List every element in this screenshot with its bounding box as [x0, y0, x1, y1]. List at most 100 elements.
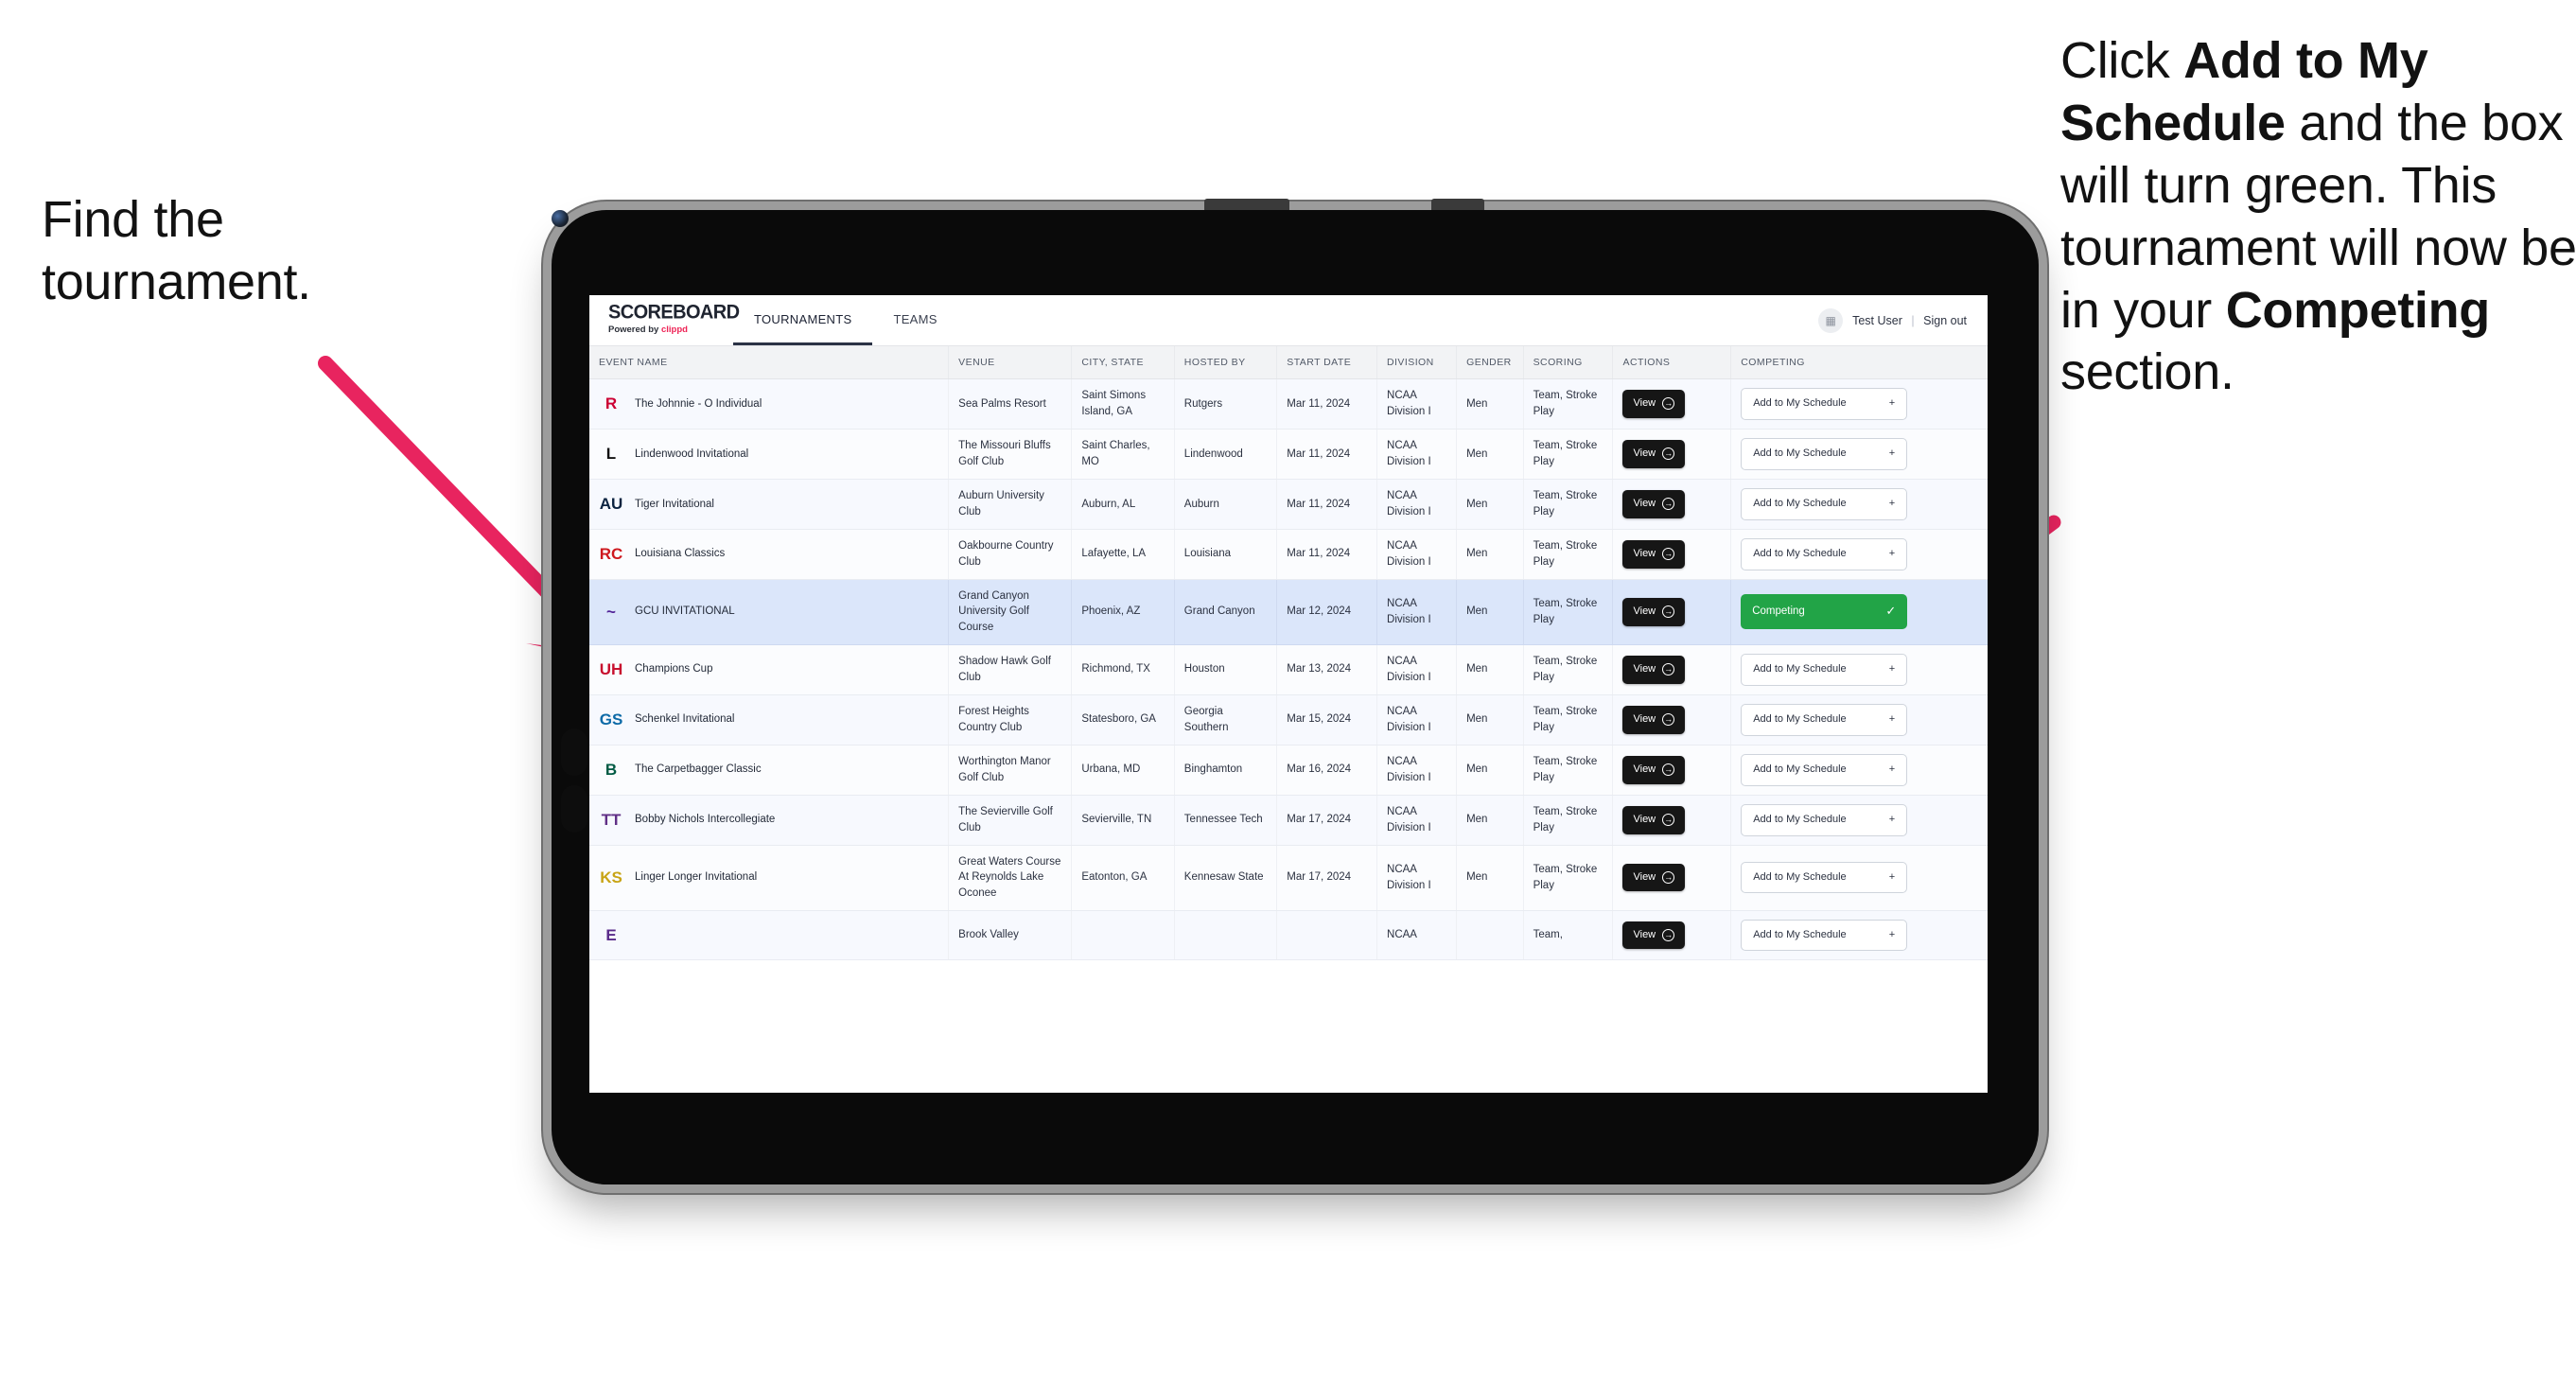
table-row[interactable]: L Lindenwood Invitational The Missouri Blu… [589, 429, 1988, 480]
cell-event-name: TT Bobby Nichols Intercollegiate [589, 795, 950, 846]
annotation-left-line2: tournament. [42, 253, 311, 310]
cell-competing: Add to My Schedule + [1730, 644, 1988, 695]
view-button[interactable]: View → [1622, 755, 1686, 784]
table-row[interactable]: E Brook Valley NCAA Team, View → Add to My Sch… [589, 910, 1988, 961]
add-to-my-schedule-button[interactable]: Add to My Schedule + [1741, 388, 1908, 420]
brand-powered-prefix: Powered by [608, 325, 661, 335]
cell-competing: Add to My Schedule + [1730, 429, 1988, 480]
col-competing[interactable]: COMPETING [1730, 346, 1988, 379]
view-button[interactable]: View → [1622, 390, 1686, 418]
col-division[interactable]: DIVISION [1376, 346, 1458, 379]
plus-icon: + [1888, 662, 1896, 675]
volume-up-button[interactable] [561, 728, 587, 776]
tournaments-table-container[interactable]: EVENT NAME VENUE CITY, STATE HOSTED BY S… [589, 346, 1988, 1093]
view-button[interactable]: View → [1622, 439, 1686, 468]
cell-hosted-by: Kennesaw State [1174, 845, 1278, 911]
add-to-my-schedule-button[interactable]: Add to My Schedule + [1741, 861, 1908, 894]
event-name-label: Champions Cup [635, 663, 713, 675]
event-name-label: GCU INVITATIONAL [635, 605, 735, 618]
view-button[interactable]: View → [1622, 539, 1686, 569]
screenshot-root: Find the tournament. Click Add to My Sch… [0, 0, 2576, 1386]
table-row[interactable]: GS Schenkel Invitational Forest Heights Co… [589, 694, 1988, 746]
cell-division: NCAA [1376, 910, 1458, 961]
cell-actions: View → [1612, 529, 1732, 580]
col-scoring[interactable]: SCORING [1523, 346, 1614, 379]
table-row[interactable]: B The Carpetbagger Classic Worthington Man… [589, 745, 1988, 796]
view-button[interactable]: View → [1622, 805, 1686, 834]
add-to-my-schedule-button[interactable]: Add to My Schedule + [1741, 437, 1908, 470]
cell-event-name: AU Tiger Invitational [589, 479, 950, 530]
view-button[interactable]: View → [1622, 655, 1686, 684]
team-logo-icon: AU [599, 495, 623, 514]
volume-down-button[interactable] [561, 785, 587, 833]
power-button[interactable] [1204, 199, 1289, 210]
arrow-right-circle-icon: → [1662, 548, 1675, 561]
view-button[interactable]: View → [1622, 705, 1686, 734]
cell-event-name: L Lindenwood Invitational [589, 429, 950, 480]
team-logo-icon: UH [599, 660, 623, 679]
team-logo-icon: TT [601, 811, 622, 830]
cell-competing: Add to My Schedule + [1730, 529, 1988, 580]
view-button-label: View [1633, 605, 1656, 617]
table-row[interactable]: TT Bobby Nichols Intercollegiate The Sevie… [589, 795, 1988, 846]
table-row[interactable]: ~ GCU INVITATIONAL Grand Canyon University… [589, 579, 1988, 645]
view-button[interactable]: View → [1622, 921, 1686, 950]
view-button-label: View [1633, 712, 1656, 725]
col-actions[interactable]: ACTIONS [1612, 346, 1732, 379]
cell-scoring: Team, Stroke Play [1523, 694, 1614, 746]
tab-teams[interactable]: TEAMS [872, 295, 957, 345]
add-to-my-schedule-button[interactable]: Add to My Schedule + [1741, 703, 1908, 736]
front-camera-icon [552, 210, 569, 227]
table-row[interactable]: AU Tiger Invitational Auburn University Cl… [589, 479, 1988, 530]
view-button[interactable]: View → [1622, 863, 1686, 892]
cell-scoring: Team, Stroke Play [1523, 579, 1614, 645]
table-row[interactable]: RC Louisiana Classics Oakbourne Country Cl… [589, 529, 1988, 580]
annotation-left: Find the tournament. [42, 189, 486, 314]
add-to-my-schedule-button[interactable]: Add to My Schedule + [1741, 653, 1908, 686]
view-button[interactable]: View → [1622, 489, 1686, 518]
add-to-my-schedule-button[interactable]: Add to My Schedule + [1741, 753, 1908, 786]
tablet-screen: SCOREBOARD Powered by clippd TOURNAMENTS… [589, 295, 1988, 1093]
event-name-label: Bobby Nichols Intercollegiate [635, 814, 776, 826]
table-row[interactable]: KS Linger Longer Invitational Great Waters… [589, 845, 1988, 911]
sign-out-link[interactable]: Sign out [1923, 314, 1967, 327]
cell-hosted-by: Grand Canyon [1174, 579, 1278, 645]
cell-competing: Add to My Schedule + [1730, 910, 1988, 961]
tablet-device-frame: SCOREBOARD Powered by clippd TOURNAMENTS… [552, 199, 2039, 1184]
cell-venue: The Sevierville Golf Club [948, 795, 1073, 846]
col-city-state[interactable]: CITY, STATE [1071, 346, 1175, 379]
cell-city-state: Richmond, TX [1071, 644, 1175, 695]
col-hosted-by[interactable]: HOSTED BY [1174, 346, 1278, 379]
cell-city-state: Urbana, MD [1071, 745, 1175, 796]
secondary-top-button[interactable] [1431, 199, 1484, 210]
arrow-right-circle-icon: → [1662, 397, 1675, 411]
add-to-my-schedule-button[interactable]: Add to My Schedule + [1741, 803, 1908, 836]
col-start-date[interactable]: START DATE [1276, 346, 1378, 379]
cell-competing: Add to My Schedule + [1730, 694, 1988, 746]
table-row[interactable]: R The Johnnie - O Individual Sea Palms Res… [589, 378, 1988, 430]
grid-icon[interactable]: ▦ [1818, 307, 1844, 333]
annotation-left-line1: Find the [42, 191, 224, 248]
plus-icon: + [1888, 928, 1896, 940]
add-to-my-schedule-button[interactable]: Add to My Schedule + [1741, 919, 1908, 952]
tab-tournaments[interactable]: TOURNAMENTS [733, 295, 873, 345]
view-button[interactable]: View → [1622, 597, 1686, 626]
main-nav: TOURNAMENTS TEAMS [733, 295, 958, 345]
plus-icon: + [1888, 547, 1896, 559]
brand-name: SCOREBOARD [608, 301, 740, 324]
competing-button[interactable]: Competing ✓ [1741, 594, 1908, 630]
cell-division: NCAA Division I [1376, 694, 1458, 746]
brand-logo[interactable]: SCOREBOARD Powered by clippd [589, 295, 740, 345]
cell-actions: View → [1612, 910, 1732, 961]
user-name: Test User [1852, 313, 1902, 327]
col-venue[interactable]: VENUE [948, 346, 1073, 379]
col-event-name[interactable]: EVENT NAME [589, 346, 950, 379]
add-to-my-schedule-button[interactable]: Add to My Schedule + [1741, 537, 1908, 570]
add-to-my-schedule-button[interactable]: Add to My Schedule + [1741, 487, 1908, 520]
col-gender[interactable]: GENDER [1456, 346, 1524, 379]
cell-division: NCAA Division I [1376, 378, 1458, 430]
table-row[interactable]: UH Champions Cup Shadow Hawk Golf Club Rich… [589, 644, 1988, 695]
add-to-my-schedule-label: Add to My Schedule [1753, 813, 1847, 825]
cell-gender: Men [1456, 694, 1524, 746]
arrow-right-circle-icon: → [1662, 447, 1675, 461]
